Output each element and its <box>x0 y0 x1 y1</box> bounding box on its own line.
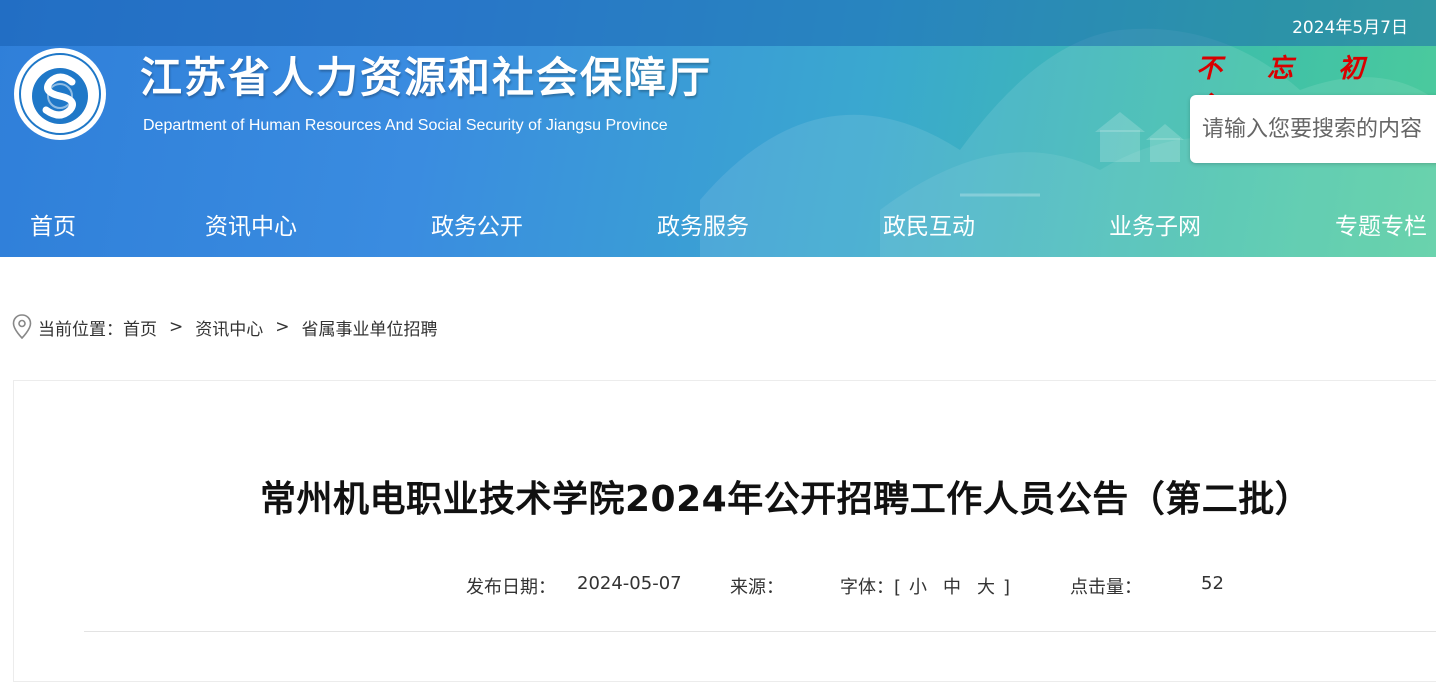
main-nav: 首页 资讯中心 政务公开 政务服务 政民互动 业务子网 专题专栏 <box>0 197 1436 257</box>
nav-gov-disclosure[interactable]: 政务公开 <box>431 207 523 241</box>
publish-date-label: 发布日期： <box>466 577 556 598</box>
font-size-large[interactable]: 大 <box>977 577 995 598</box>
site-subtitle: Department of Human Resources And Social… <box>143 117 668 134</box>
current-date: 2024年5月7日 <box>1292 18 1408 38</box>
source-label: 来源： <box>730 577 784 598</box>
views-count: 52 <box>1201 573 1224 594</box>
article-divider <box>84 631 1436 632</box>
breadcrumb-home[interactable]: 首页 <box>123 315 157 340</box>
nav-public-interaction[interactable]: 政民互动 <box>883 207 975 241</box>
publish-date-value: 2024-05-07 <box>577 573 682 594</box>
emblem-logo <box>14 48 106 140</box>
breadcrumb-separator: > <box>169 317 184 337</box>
breadcrumb-news-center[interactable]: 资讯中心 <box>195 315 263 340</box>
breadcrumb-prefix: 当前位置： <box>38 319 123 340</box>
font-size-label: 字体： <box>840 577 894 598</box>
site-header: 2024年5月7日 江苏省人力资源和社会保障厅 Department of Hu… <box>0 0 1436 257</box>
nav-news-center[interactable]: 资讯中心 <box>205 207 297 241</box>
font-bracket-open: [ <box>894 577 902 598</box>
top-bar: 2024年5月7日 <box>0 0 1436 46</box>
location-pin-icon <box>12 314 32 340</box>
nav-special-topics[interactable]: 专题专栏 <box>1335 207 1427 241</box>
breadcrumb-separator: > <box>275 317 290 337</box>
font-size-control: 字体：[ 小中大] <box>840 573 1010 599</box>
nav-sub-sites[interactable]: 业务子网 <box>1109 207 1201 241</box>
breadcrumb: 当前位置： 首页 > 资讯中心 > 省属事业单位招聘 <box>12 313 438 341</box>
breadcrumb-recruitment[interactable]: 省属事业单位招聘 <box>302 315 438 340</box>
nav-gov-services[interactable]: 政务服务 <box>657 207 749 241</box>
search-input[interactable] <box>1202 111 1436 147</box>
search-box[interactable] <box>1190 95 1436 163</box>
font-bracket-close: ] <box>1003 577 1011 598</box>
nav-home[interactable]: 首页 <box>30 207 76 241</box>
font-size-medium[interactable]: 中 <box>943 577 961 598</box>
article-title: 常州机电职业技术学院2024年公开招聘工作人员公告（第二批） <box>260 479 1312 520</box>
font-size-small[interactable]: 小 <box>909 577 927 598</box>
site-title: 江苏省人力资源和社会保障厅 <box>140 53 713 102</box>
views-label: 点击量： <box>1070 577 1142 598</box>
article-card <box>13 380 1436 682</box>
